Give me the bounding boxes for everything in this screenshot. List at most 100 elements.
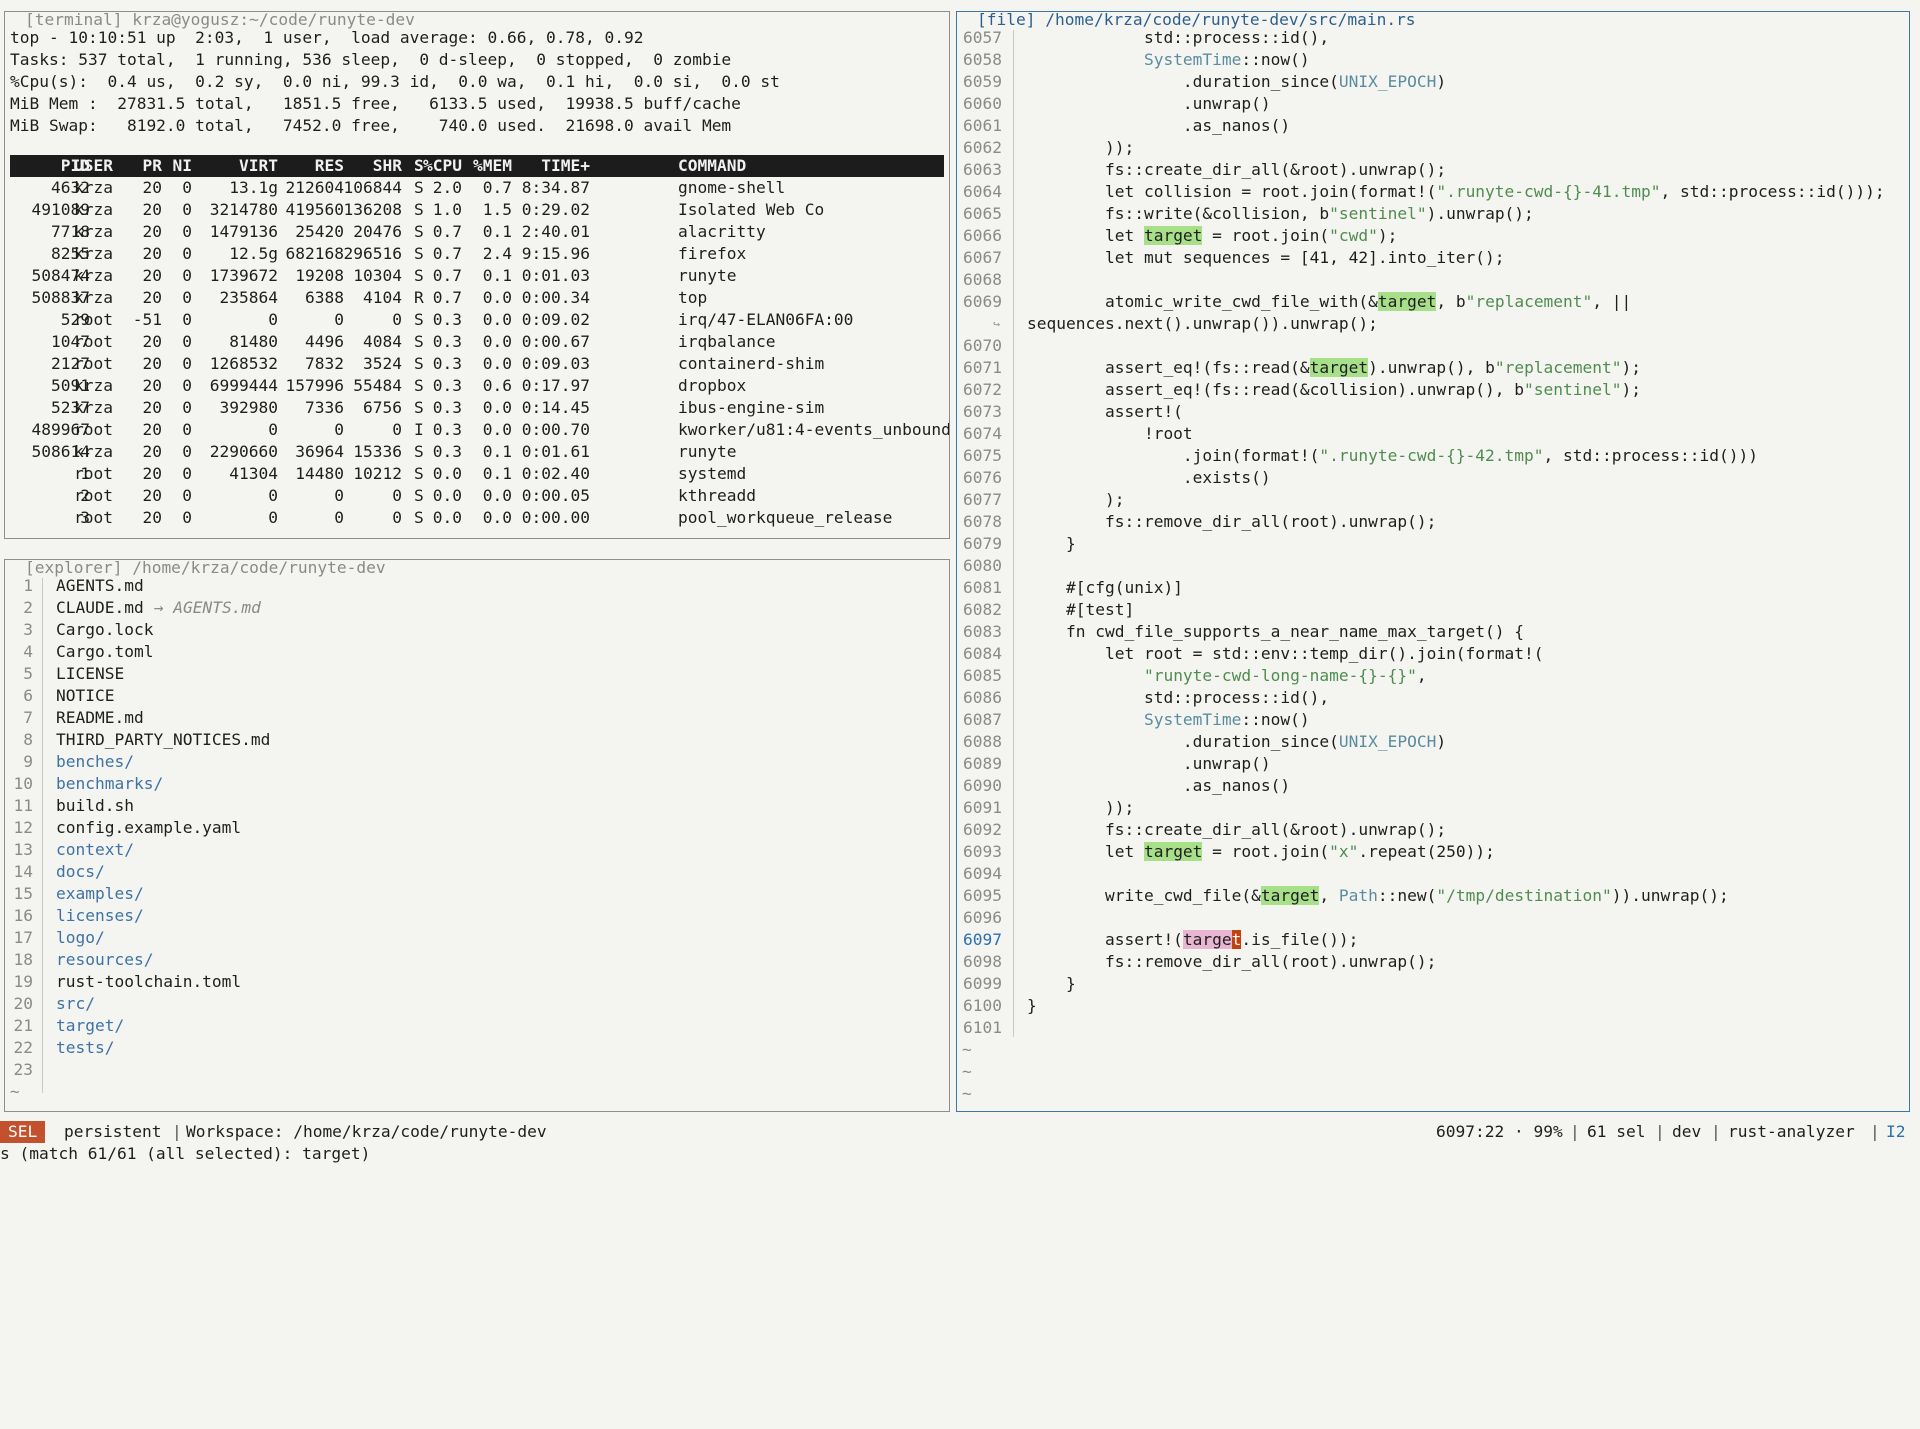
- line-number: 3: [23, 620, 33, 639]
- code-line[interactable]: 6070: [957, 335, 1905, 357]
- list-item[interactable]: 2 CLAUDE.md → AGENTS.md: [5, 597, 945, 619]
- line-number: 6059: [963, 72, 1002, 91]
- table-row: 7718 krza 20 0 1479136 25420 20476 S 0.7 0.1 2:40.…: [10, 221, 944, 243]
- code-line[interactable]: 6079 }: [957, 533, 1905, 555]
- code-line[interactable]: 6072 assert_eq!(fs::read(&collision).unw…: [957, 379, 1905, 401]
- list-item[interactable]: 17 logo/: [5, 927, 945, 949]
- table-cell: 106844: [343, 178, 402, 197]
- table-row: 491089 krza 20 0 3214780 419560 136208 S 1.0 1.5 0…: [10, 199, 944, 221]
- table-cell: gnome-shell: [678, 178, 786, 197]
- entry-name: README.md: [56, 708, 144, 727]
- code-line[interactable]: 6100}: [957, 995, 1905, 1017]
- table-cell: 0.6: [482, 376, 512, 395]
- code-line[interactable]: 6062 ));: [957, 137, 1905, 159]
- code-line[interactable]: 6068: [957, 269, 1905, 291]
- explorer-pane[interactable]: [explorer] /home/krza/code/runyte-dev 1 A…: [4, 559, 950, 1112]
- code-line[interactable]: 6101: [957, 1017, 1905, 1039]
- line-number: 6078: [963, 512, 1002, 531]
- code-line[interactable]: 6095 write_cwd_file(&target, Path::new("…: [957, 885, 1905, 907]
- table-cell: krza: [74, 442, 113, 461]
- list-item[interactable]: 5 LICENSE: [5, 663, 945, 685]
- table-cell: root: [74, 420, 113, 439]
- code-line[interactable]: 6076 .exists(): [957, 467, 1905, 489]
- code-line[interactable]: 6091 ));: [957, 797, 1905, 819]
- code-line[interactable]: 6080: [957, 555, 1905, 577]
- code-line[interactable]: 6088 .duration_since(UNIX_EPOCH): [957, 731, 1905, 753]
- code-line[interactable]: 6057 std::process::id(),: [957, 27, 1905, 49]
- table-cell: 20: [142, 398, 163, 417]
- table-cell: 136208: [343, 200, 402, 219]
- code-line[interactable]: ↪ sequences.next().unwrap()).unwrap();: [957, 313, 1905, 335]
- list-item[interactable]: 15 examples/: [5, 883, 945, 905]
- code-line[interactable]: 6083 fn cwd_file_supports_a_near_name_ma…: [957, 621, 1905, 643]
- table-cell: S: [414, 266, 424, 285]
- list-item[interactable]: 10 benchmarks/: [5, 773, 945, 795]
- code-line[interactable]: 6097 assert!(target.is_file());: [957, 929, 1905, 951]
- table-cell: S: [414, 442, 424, 461]
- table-row: 489967 root 20 0 0 0 0 I 0.3 0.0 0:00.70 kworker/u8…: [10, 419, 949, 441]
- code-line[interactable]: 6094: [957, 863, 1905, 885]
- code-line[interactable]: 6086 std::process::id(),: [957, 687, 1905, 709]
- code-line[interactable]: 6096: [957, 907, 1905, 929]
- table-cell: 0: [392, 508, 402, 527]
- code-line[interactable]: 6087 SystemTime::now(): [957, 709, 1905, 731]
- list-item[interactable]: 20 src/: [5, 993, 945, 1015]
- code-line[interactable]: 6066 let target = root.join("cwd");: [957, 225, 1905, 247]
- table-cell: 0: [182, 310, 192, 329]
- code-line[interactable]: 6090 .as_nanos(): [957, 775, 1905, 797]
- code-line[interactable]: 6085 "runyte-cwd-long-name-{}-{}",: [957, 665, 1905, 687]
- column-header: RES: [314, 156, 344, 175]
- table-cell: 1479136: [209, 222, 278, 241]
- list-item[interactable]: 7 README.md: [5, 707, 945, 729]
- table-cell: 20: [142, 332, 163, 351]
- list-item[interactable]: 22 tests/: [5, 1037, 945, 1059]
- code-line[interactable]: 6069 atomic_write_cwd_file_with(&target,…: [957, 291, 1905, 313]
- code-line[interactable]: 6093 let target = root.join("x".repeat(2…: [957, 841, 1905, 863]
- entry-name: Cargo.toml: [56, 642, 154, 661]
- list-item[interactable]: 21 target/: [5, 1015, 945, 1037]
- list-item[interactable]: 13 context/: [5, 839, 945, 861]
- list-item[interactable]: 8 THIRD_PARTY_NOTICES.md: [5, 729, 945, 751]
- code-line[interactable]: 6082 #[test]: [957, 599, 1905, 621]
- list-item[interactable]: 23: [5, 1059, 945, 1081]
- list-item[interactable]: 9 benches/: [5, 751, 945, 773]
- code-line[interactable]: 6077 );: [957, 489, 1905, 511]
- list-item[interactable]: 16 licenses/: [5, 905, 945, 927]
- code-line[interactable]: 6067 let mut sequences = [41, 42].into_i…: [957, 247, 1905, 269]
- table-cell: 20: [142, 200, 163, 219]
- table-row: 5091 krza 20 0 6999444 157996 55484 S 0.3 0.6 0:17…: [10, 375, 944, 397]
- code-line[interactable]: 6060 .unwrap(): [957, 93, 1905, 115]
- list-item[interactable]: 18 resources/: [5, 949, 945, 971]
- terminal-pane[interactable]: [terminal] krza@yogusz:~/code/runyte-dev…: [4, 11, 950, 539]
- code-line[interactable]: 6098 fs::remove_dir_all(root).unwrap();: [957, 951, 1905, 973]
- list-item[interactable]: 19 rust-toolchain.toml: [5, 971, 945, 993]
- code-line[interactable]: 6089 .unwrap(): [957, 753, 1905, 775]
- code-line[interactable]: 6063 fs::create_dir_all(&root).unwrap();: [957, 159, 1905, 181]
- code-line[interactable]: 6081 #[cfg(unix)]: [957, 577, 1905, 599]
- line-number: 5: [23, 664, 33, 683]
- line-number: 6058: [963, 50, 1002, 69]
- list-item[interactable]: 12 config.example.yaml: [5, 817, 945, 839]
- list-item[interactable]: 3 Cargo.lock: [5, 619, 945, 641]
- code-line[interactable]: 6075 .join(format!(".runyte-cwd-{}-42.tm…: [957, 445, 1905, 467]
- code-line[interactable]: 6071 assert_eq!(fs::read(&target).unwrap…: [957, 357, 1905, 379]
- code-line[interactable]: 6074 !root: [957, 423, 1905, 445]
- code-line[interactable]: 6065 fs::write(&collision, b"sentinel").…: [957, 203, 1905, 225]
- code-line[interactable]: 6084 let root = std::env::temp_dir().joi…: [957, 643, 1905, 665]
- list-item[interactable]: 4 Cargo.toml: [5, 641, 945, 663]
- list-item[interactable]: 1 AGENTS.md: [5, 575, 945, 597]
- code-line[interactable]: 6073 assert!(: [957, 401, 1905, 423]
- list-item[interactable]: 14 docs/: [5, 861, 945, 883]
- code-line[interactable]: 6092 fs::create_dir_all(&root).unwrap();: [957, 819, 1905, 841]
- code-line[interactable]: 6061 .as_nanos(): [957, 115, 1905, 137]
- code-line[interactable]: 6059 .duration_since(UNIX_EPOCH): [957, 71, 1905, 93]
- entry-name: THIRD_PARTY_NOTICES.md: [56, 730, 271, 749]
- list-item[interactable]: 11 build.sh: [5, 795, 945, 817]
- editor-pane[interactable]: [file] /home/krza/code/runyte-dev/src/ma…: [956, 11, 1910, 1112]
- code-line[interactable]: 6099 }: [957, 973, 1905, 995]
- list-item[interactable]: 6 NOTICE: [5, 685, 945, 707]
- code-line[interactable]: 6078 fs::remove_dir_all(root).unwrap();: [957, 511, 1905, 533]
- code-line[interactable]: 6064 let collision = root.join(format!("…: [957, 181, 1905, 203]
- table-cell: S: [414, 310, 424, 329]
- code-line[interactable]: 6058 SystemTime::now(): [957, 49, 1905, 71]
